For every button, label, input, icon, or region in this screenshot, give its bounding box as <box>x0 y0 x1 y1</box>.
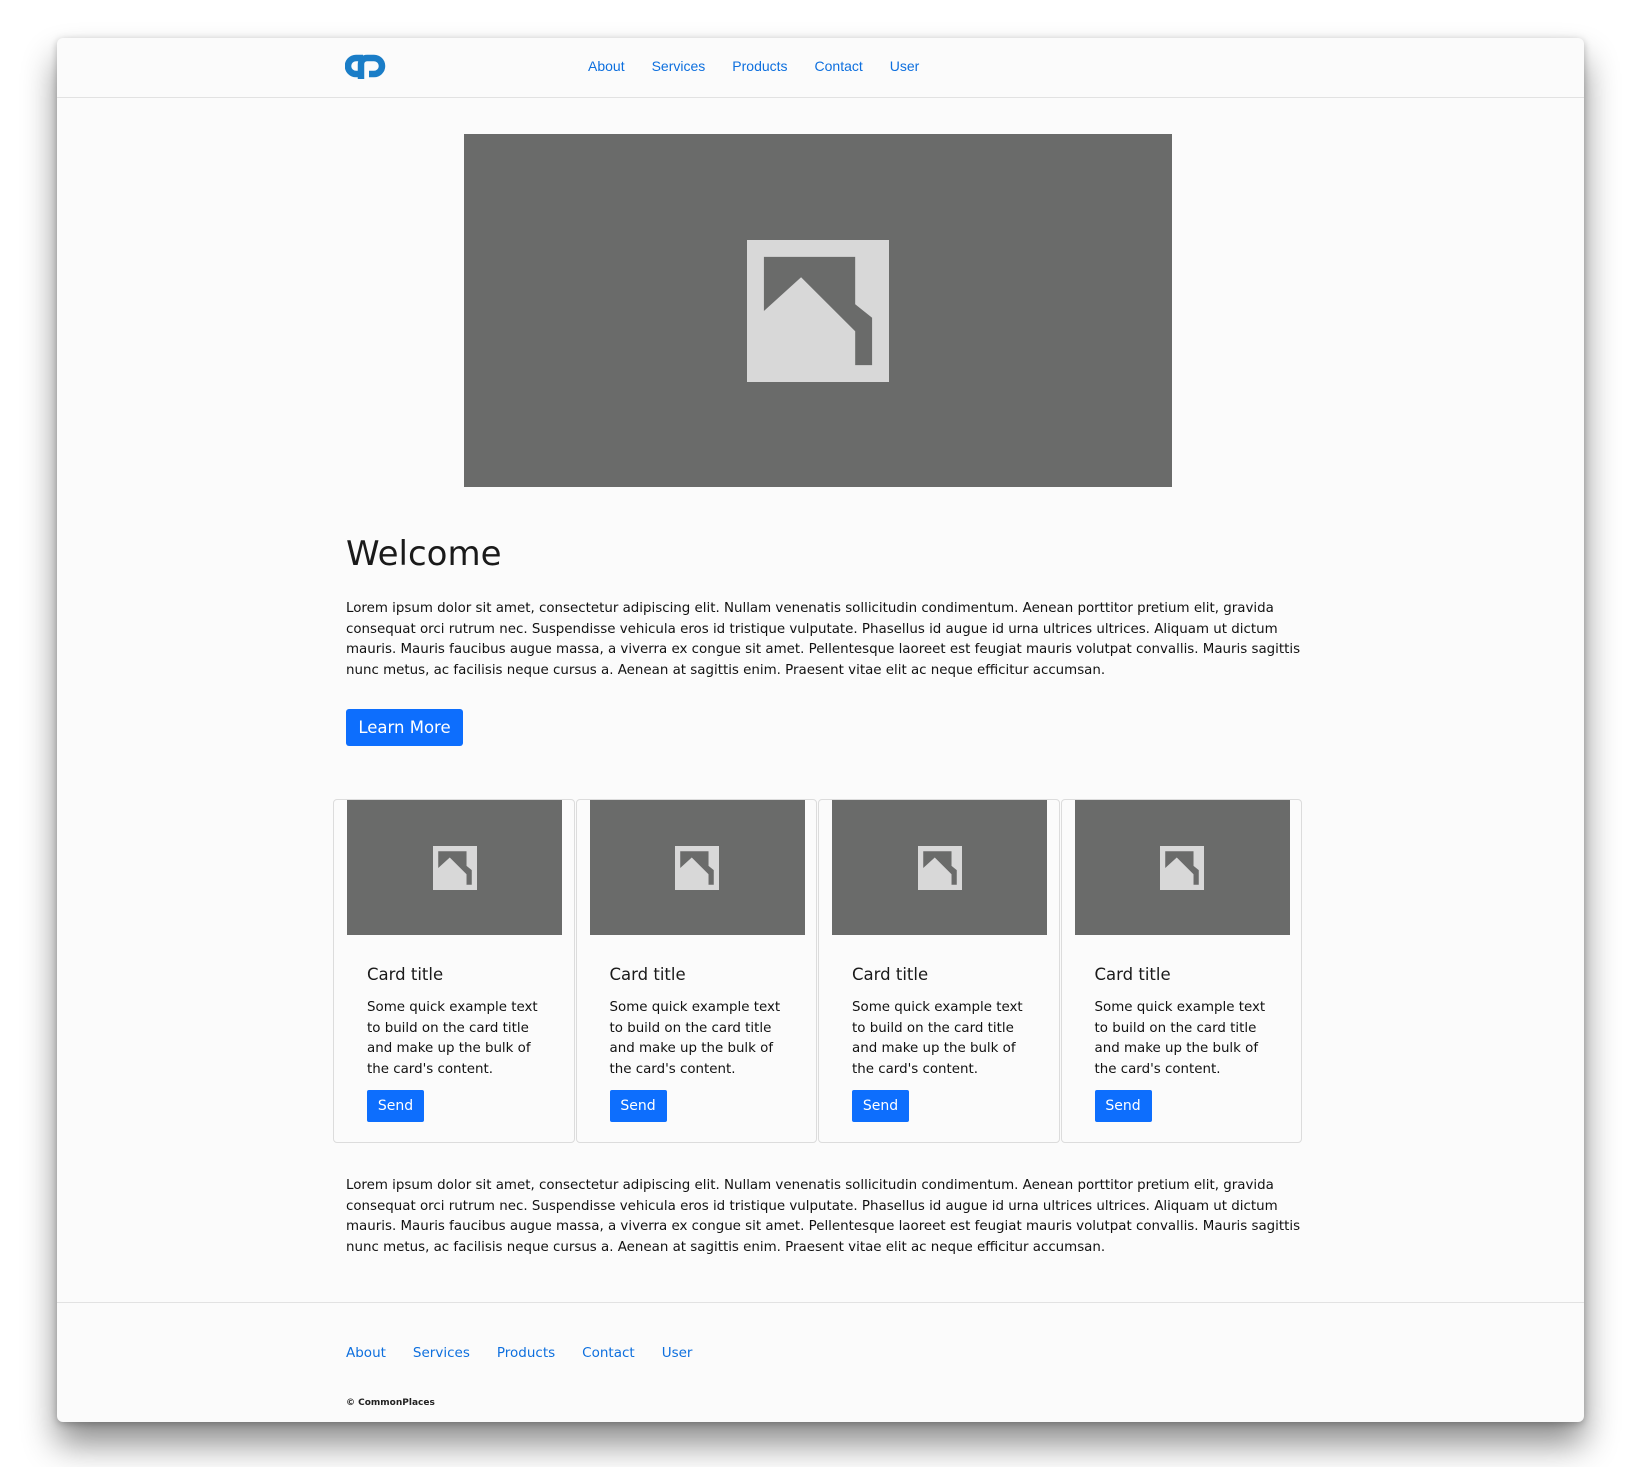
card-image <box>832 800 1047 935</box>
image-placeholder-icon <box>747 239 889 382</box>
send-button[interactable]: Send <box>852 1090 909 1122</box>
card-image <box>1074 800 1290 935</box>
card: Card title Some quick example text to bu… <box>333 799 575 1143</box>
card-text: Some quick example text to build on the … <box>1094 1000 1266 1077</box>
nav-link-user[interactable]: User <box>890 58 920 74</box>
main-nav: About Services Products Contact User <box>588 58 946 74</box>
bottom-paragraph: Lorem ipsum dolor sit amet, consectetur … <box>346 1178 1301 1255</box>
card-image <box>347 800 562 935</box>
learn-more-button[interactable]: Learn More <box>346 709 463 746</box>
footer-link-products[interactable]: Products <box>497 1345 555 1361</box>
send-button[interactable]: Send <box>1094 1090 1152 1122</box>
nav-link-products[interactable]: Products <box>732 58 787 74</box>
welcome-heading: Welcome <box>346 534 502 574</box>
commonplaces-logo-icon[interactable] <box>345 50 393 82</box>
card: Card title Some quick example text to bu… <box>575 799 817 1143</box>
footer-link-contact[interactable]: Contact <box>582 1345 635 1361</box>
hero-image <box>464 134 1172 487</box>
send-button[interactable]: Send <box>367 1090 424 1122</box>
card-title: Card title <box>609 965 686 984</box>
card: Card title Some quick example text to bu… <box>818 799 1060 1143</box>
image-placeholder-icon <box>917 845 962 890</box>
footer-link-about[interactable]: About <box>346 1345 386 1361</box>
send-button[interactable]: Send <box>609 1090 667 1122</box>
nav-link-services[interactable]: Services <box>652 58 706 74</box>
site-header: About Services Products Contact User <box>57 38 1584 98</box>
copyright-text: © CommonPlaces <box>346 1398 435 1408</box>
intro-paragraph: Lorem ipsum dolor sit amet, consectetur … <box>346 601 1301 678</box>
footer-link-services[interactable]: Services <box>413 1345 470 1361</box>
card-text: Some quick example text to build on the … <box>852 1000 1023 1077</box>
card-text: Some quick example text to build on the … <box>609 1000 781 1077</box>
card-image <box>589 800 805 935</box>
nav-link-about[interactable]: About <box>588 58 625 74</box>
site-footer: About Services Products Contact User © C… <box>57 1302 1584 1422</box>
image-placeholder-icon <box>1160 845 1204 890</box>
footer-nav: About Services Products Contact User <box>346 1345 719 1361</box>
card-title: Card title <box>852 965 929 984</box>
card-title: Card title <box>1094 965 1171 984</box>
nav-link-contact[interactable]: Contact <box>815 58 863 74</box>
card-title: Card title <box>367 965 444 984</box>
card-grid: Card title Some quick example text to bu… <box>333 799 1303 1143</box>
browser-page: About Services Products Contact User Wel… <box>57 38 1584 1422</box>
image-placeholder-icon <box>432 845 477 890</box>
card-text: Some quick example text to build on the … <box>367 1000 538 1077</box>
card: Card title Some quick example text to bu… <box>1060 799 1302 1143</box>
footer-link-user[interactable]: User <box>662 1345 693 1361</box>
image-placeholder-icon <box>675 845 719 890</box>
